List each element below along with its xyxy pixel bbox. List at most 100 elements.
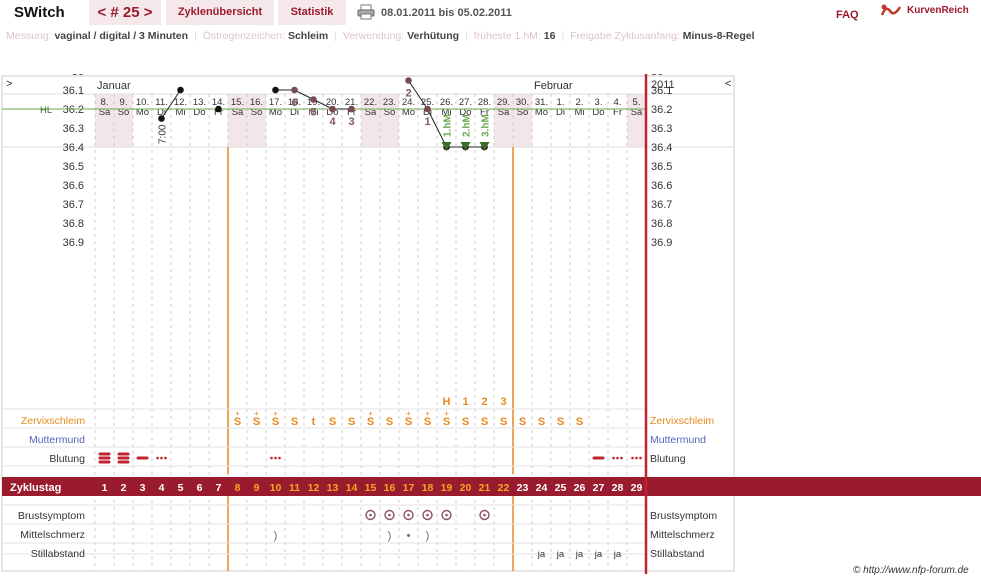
y-tick-label-right: 36.5	[651, 161, 672, 173]
still-mark: ja	[537, 549, 546, 560]
y-tick-label-right: 36	[651, 74, 663, 78]
peak-marker: 1	[462, 396, 468, 408]
hl-label: HL	[40, 105, 52, 116]
cycle-day-label: Zyklustag	[10, 482, 61, 494]
y-tick-label: 36	[72, 74, 84, 78]
bleeding-mark	[117, 452, 130, 456]
nav-left-button[interactable]: >	[6, 78, 12, 90]
cycle-chart: > <Januar Februar8.Sa9.So10.Mo11.Di12.Mi13…	[1, 74, 981, 574]
info-value-usage: Verhütung	[407, 30, 460, 42]
zervix-symbol: S	[348, 416, 355, 428]
mittelschmerz-mark: )	[388, 530, 392, 542]
breast-symptom-dot	[483, 513, 486, 517]
cycle-day-number: 9	[254, 482, 260, 494]
nav-right-button[interactable]: <	[725, 78, 731, 90]
row-label-stillabstand: Stillabstand	[31, 548, 85, 560]
bleeding-mark	[270, 456, 273, 460]
temperature-point	[215, 105, 222, 113]
still-mark: ja	[613, 549, 622, 560]
zervix-plus: +	[444, 409, 449, 418]
faq-link[interactable]: FAQ	[836, 9, 859, 21]
y-tick-label: 36.8	[63, 218, 84, 230]
copyright: © http://www.nfp-forum.de	[853, 565, 969, 576]
bleeding-mark	[98, 452, 111, 456]
count-label: 4	[329, 116, 336, 128]
zervix-plus: +	[425, 409, 430, 418]
cycle-day-number: 16	[384, 482, 396, 494]
breast-symptom-dot	[407, 513, 410, 517]
zervix-symbol: S	[291, 416, 298, 428]
y-tick-label-right: 36.7	[651, 199, 672, 211]
still-mark: ja	[556, 549, 565, 560]
count-label: 5	[310, 107, 316, 119]
info-label-release: Freigabe Zyklusanfang:	[570, 30, 680, 42]
zervix-symbol: S	[576, 416, 583, 428]
cycle-day-number: 4	[159, 482, 165, 494]
mittelschmerz-mark: )	[274, 530, 278, 542]
cycle-day-number: 26	[574, 482, 586, 494]
y-tick-label: 36.2	[63, 104, 84, 116]
hm-label: 1.hM	[443, 114, 454, 137]
bleeding-mark	[631, 456, 634, 460]
count-label: 1	[424, 116, 430, 128]
bleeding-mark	[274, 456, 277, 460]
cycle-day-number: 23	[517, 482, 529, 494]
count-label: 6	[291, 97, 297, 109]
cycle-day-number: 20	[460, 482, 472, 494]
zervix-symbol: S	[538, 416, 545, 428]
cycle-day-number: 18	[422, 482, 434, 494]
zervix-symbol: S	[386, 416, 393, 428]
kurvenreich-link[interactable]: KurvenReich	[907, 5, 969, 16]
bleeding-mark	[117, 460, 130, 464]
cycle-day-number: 3	[140, 482, 146, 494]
statistics-button[interactable]: Statistik	[278, 0, 346, 25]
peak-marker: H	[443, 396, 451, 408]
row-label-right-stillabstand: Stillabstand	[650, 548, 704, 560]
row-label-blutung: Blutung	[49, 453, 85, 465]
cycle-day-number: 11	[289, 482, 300, 494]
bleeding-mark	[620, 456, 623, 460]
cycle-overview-button[interactable]: Zyklenübersicht	[166, 0, 274, 25]
bleeding-mark	[592, 456, 605, 460]
hm-label: 2.hM	[462, 114, 473, 137]
y-tick-label-right: 36.2	[651, 104, 672, 116]
printer-icon[interactable]	[357, 4, 375, 20]
cycle-day-number: 21	[479, 482, 491, 494]
y-tick-label: 36.7	[63, 199, 84, 211]
info-value-release: Minus-8-Regel	[682, 30, 755, 42]
bleeding-mark	[160, 456, 163, 460]
zervix-symbol: S	[329, 416, 336, 428]
month-label: Februar	[534, 80, 573, 92]
year-label: 2011	[651, 79, 675, 91]
bleeding-mark	[117, 456, 130, 460]
y-tick-label-right: 36.3	[651, 123, 672, 135]
app-title: SWitch	[14, 4, 65, 21]
zervix-symbol: S	[519, 416, 526, 428]
bleeding-mark	[635, 456, 638, 460]
count-label: 3	[348, 116, 354, 128]
y-tick-label: 36.5	[63, 161, 84, 173]
row-label-brust: Brustsymptom	[18, 510, 85, 522]
y-tick-label-right: 36.9	[651, 237, 672, 249]
breast-symptom-dot	[426, 513, 429, 517]
zervix-plus: +	[235, 409, 240, 418]
chart-frame	[1, 75, 735, 572]
cycle-nav-button[interactable]: < # 25 >	[89, 0, 161, 25]
time-note: 7:00	[158, 124, 169, 144]
bleeding-mark	[156, 456, 159, 460]
temperature-point	[329, 105, 336, 113]
bleeding-mark	[639, 456, 642, 460]
zervix-symbol: S	[500, 416, 507, 428]
cycle-day-number: 22	[498, 482, 510, 494]
info-value-earliest-hm: 16	[543, 30, 556, 42]
kurvenreich-logo-icon[interactable]	[880, 3, 902, 19]
bleeding-mark	[612, 456, 615, 460]
y-tick-label-right: 36.6	[651, 180, 672, 192]
cycle-day-number: 24	[536, 482, 548, 494]
cycle-day-number: 8	[235, 482, 241, 494]
temperature-point	[158, 115, 165, 122]
temperature-point	[348, 105, 355, 113]
zervix-symbol: S	[462, 416, 469, 428]
row-label-right-muttermund: Muttermund	[650, 434, 706, 446]
mittelschmerz-mark: )	[426, 530, 430, 542]
